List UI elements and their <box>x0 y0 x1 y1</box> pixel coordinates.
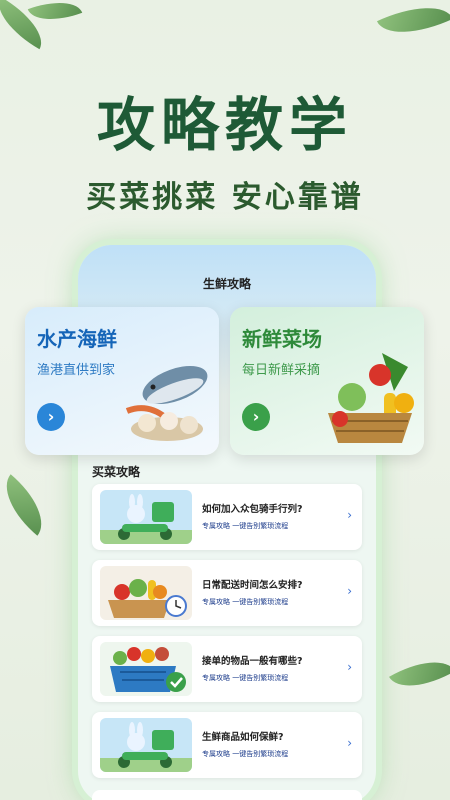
card-vegetables-arrow-button[interactable]: › <box>242 403 270 431</box>
card-seafood-title: 水产海鲜 <box>37 327 117 351</box>
hero-title: 攻略教学 <box>96 91 353 159</box>
rider-bunny-illustration-icon <box>100 718 192 772</box>
item-description: 专属攻略 一键告别繁琐流程 <box>202 674 289 682</box>
list-item[interactable]: 日常配送时间怎么安排? 专属攻略 一键告别繁琐流程 › <box>92 560 362 626</box>
item-question: 生鲜商品如何保鲜? <box>202 732 284 743</box>
card-vegetables[interactable]: 新鲜菜场 每日新鲜采摘 › <box>230 307 424 455</box>
list-item[interactable]: 生鲜商品如何保鲜? 专属攻略 一键告别繁琐流程 › <box>92 712 362 778</box>
item-description: 专属攻略 一键告别繁琐流程 <box>202 598 289 606</box>
seafood-illustration-icon <box>125 365 208 441</box>
card-vegetables-title: 新鲜菜场 <box>242 327 322 351</box>
card-seafood-subtitle: 渔港直供到家 <box>37 363 116 378</box>
chevron-right-icon[interactable]: › <box>347 584 352 598</box>
leaf-decoration-bottom-right <box>389 646 450 702</box>
leaf-decoration-mid-left <box>0 474 57 536</box>
next-list-item-peek <box>92 790 362 800</box>
rider-bunny-illustration-icon <box>100 490 192 544</box>
chevron-right-icon[interactable]: › <box>347 736 352 750</box>
item-question: 日常配送时间怎么安排? <box>202 580 303 591</box>
item-question: 接单的物品一般有哪些? <box>202 656 303 667</box>
chevron-right-icon[interactable]: › <box>347 660 352 674</box>
list-item[interactable]: 如何加入众包骑手行列? 专属攻略 一键告别繁琐流程 › <box>92 484 362 550</box>
section-title: 买菜攻略 <box>92 465 141 479</box>
leaf-decoration-top-left-2 <box>27 0 83 30</box>
card-seafood[interactable]: 水产海鲜 渔港直供到家 › <box>25 307 219 455</box>
grocery-basket-check-illustration-icon <box>100 642 192 696</box>
leaf-decoration-top-right <box>376 0 450 49</box>
hero-subtitle: 买菜挑菜 安心靠谱 <box>86 180 364 215</box>
item-description: 专属攻略 一键告别繁琐流程 <box>202 522 289 530</box>
chevron-right-icon[interactable]: › <box>347 508 352 522</box>
item-question: 如何加入众包骑手行列? <box>202 504 303 515</box>
card-vegetables-subtitle: 每日新鲜采摘 <box>242 363 321 378</box>
item-description: 专属攻略 一键告别繁琐流程 <box>202 750 289 758</box>
screen-title: 生鲜攻略 <box>202 277 251 291</box>
list-item[interactable]: 接单的物品一般有哪些? 专属攻略 一键告别繁琐流程 › <box>92 636 362 702</box>
vegetable-basket-illustration-icon <box>328 353 414 443</box>
vegetable-clock-illustration-icon <box>100 566 192 620</box>
card-seafood-arrow-button[interactable]: › <box>37 403 65 431</box>
